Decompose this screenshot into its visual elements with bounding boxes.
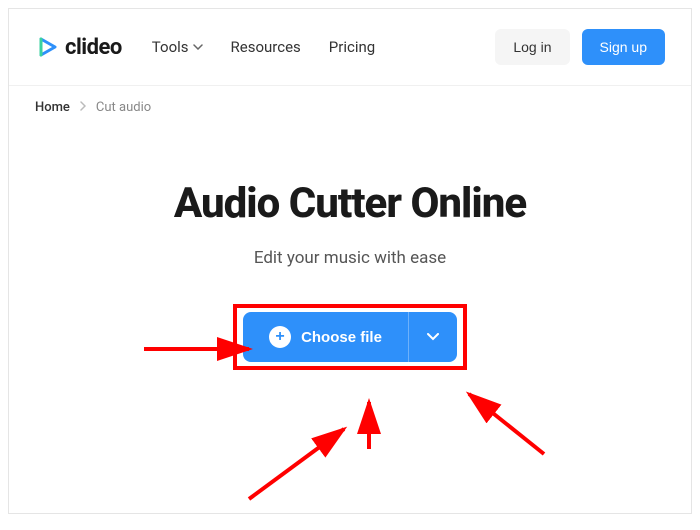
nav: Tools Resources Pricing	[152, 38, 496, 56]
brand-name: clideo	[65, 35, 122, 60]
nav-resources-label: Resources	[231, 38, 301, 56]
nav-tools[interactable]: Tools	[152, 38, 203, 56]
annotation-arrow	[454, 384, 554, 464]
chevron-right-icon	[80, 100, 86, 115]
nav-resources[interactable]: Resources	[231, 38, 301, 56]
choose-file-button[interactable]: + Choose file	[243, 312, 408, 362]
header: clideo Tools Resources Pricing Log in Si…	[9, 9, 691, 86]
breadcrumb-current: Cut audio	[96, 100, 151, 115]
breadcrumb-home[interactable]: Home	[35, 100, 70, 115]
main-content: Audio Cutter Online Edit your music with…	[9, 129, 691, 362]
auth-buttons: Log in Sign up	[495, 29, 665, 65]
signup-button[interactable]: Sign up	[582, 29, 665, 65]
annotation-arrow	[239, 419, 359, 509]
choose-file-container: + Choose file	[243, 312, 457, 362]
nav-tools-label: Tools	[152, 38, 189, 56]
page-subtitle: Edit your music with ease	[9, 248, 691, 268]
login-button[interactable]: Log in	[495, 29, 569, 65]
nav-pricing-label: Pricing	[329, 38, 375, 56]
nav-pricing[interactable]: Pricing	[329, 38, 375, 56]
choose-file-dropdown[interactable]	[408, 312, 457, 362]
plus-icon: +	[269, 326, 291, 348]
chevron-down-icon	[427, 333, 439, 341]
breadcrumb: Home Cut audio	[9, 86, 691, 129]
logo[interactable]: clideo	[35, 35, 122, 60]
page-title: Audio Cutter Online	[9, 179, 691, 228]
chevron-down-icon	[193, 44, 203, 50]
annotation-arrow	[339, 394, 399, 454]
play-triangle-icon	[35, 35, 59, 59]
choose-file-label: Choose file	[301, 329, 382, 346]
